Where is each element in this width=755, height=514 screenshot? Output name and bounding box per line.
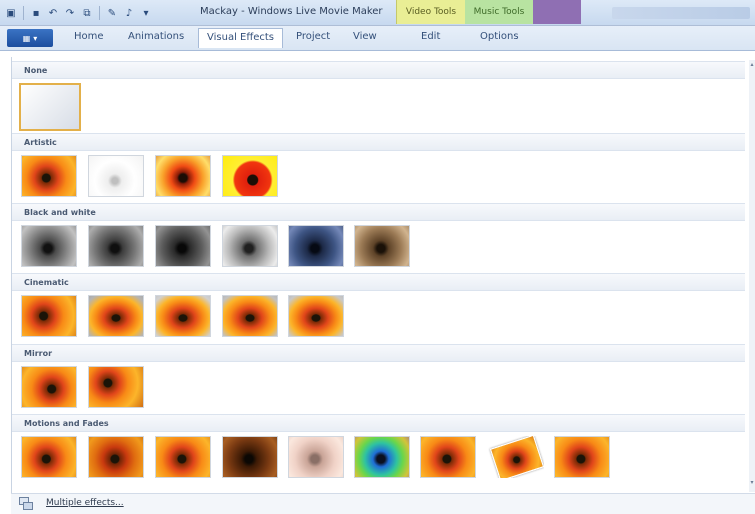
dropdown-icon[interactable]: ▾	[139, 6, 153, 20]
effect-cinematic-5[interactable]	[288, 295, 344, 337]
ribbon-tab-bar: ▦ ▾ Home Animations Visual Effects Proje…	[0, 26, 755, 51]
section-header-none: None	[12, 61, 745, 79]
scroll-up-icon[interactable]: ▴	[749, 62, 755, 68]
tab-visual-effects[interactable]: Visual Effects	[198, 28, 284, 48]
effect-artistic-2[interactable]	[88, 155, 144, 197]
effect-bw-1[interactable]	[21, 225, 77, 267]
title-bar: ▣ ▪ ↶ ↷ ⧉ ✎ ♪ ▾ Mackay - Windows Live Mo…	[0, 0, 755, 26]
chevron-down-icon: ▾	[33, 33, 38, 43]
tab-view[interactable]: View	[353, 31, 377, 42]
gallery-footer: Multiple effects...	[11, 493, 755, 514]
effect-cinematic-1[interactable]	[21, 295, 77, 337]
effect-cinematic-2[interactable]	[88, 295, 144, 337]
section-header-cinematic: Cinematic	[12, 273, 745, 291]
redo-icon[interactable]: ↷	[63, 6, 77, 20]
effect-preview	[22, 156, 76, 196]
effect-cinematic-3[interactable]	[155, 295, 211, 337]
effect-motion-2[interactable]	[88, 436, 144, 478]
effect-bw-6[interactable]	[354, 225, 410, 267]
section-header-mirror: Mirror	[12, 344, 745, 362]
context-tab-accent	[533, 0, 581, 24]
quick-access-toolbar: ▣ ▪ ↶ ↷ ⧉ ✎ ♪ ▾	[4, 4, 153, 22]
save-icon[interactable]: ▪	[29, 6, 43, 20]
effect-none[interactable]	[19, 83, 81, 131]
effect-artistic-4[interactable]	[222, 155, 278, 197]
effect-motion-8[interactable]	[488, 436, 544, 478]
rotated-preview	[489, 436, 544, 478]
effect-cinematic-4[interactable]	[222, 295, 278, 337]
effect-artistic-1[interactable]	[21, 155, 77, 197]
effect-bw-2[interactable]	[88, 225, 144, 267]
clip-icon[interactable]: ⧉	[80, 6, 94, 20]
effect-motion-1[interactable]	[21, 436, 77, 478]
effect-bw-5[interactable]	[288, 225, 344, 267]
video-tools-context-tab: Video Tools	[396, 0, 466, 24]
visual-effects-gallery: None Artistic Black and white Cinematic …	[11, 57, 751, 495]
file-menu-button[interactable]: ▦ ▾	[7, 29, 53, 47]
effect-motion-9[interactable]	[554, 436, 610, 478]
add-music-icon[interactable]: ✎	[105, 6, 119, 20]
window-controls[interactable]	[612, 7, 750, 19]
tab-options[interactable]: Options	[480, 31, 519, 42]
effect-bw-4[interactable]	[222, 225, 278, 267]
section-header-artistic: Artistic	[12, 133, 745, 151]
section-header-motions-and-fades: Motions and Fades	[12, 414, 745, 432]
toolbar-divider	[99, 6, 100, 20]
effect-motion-7[interactable]	[420, 436, 476, 478]
gallery-scrollbar[interactable]: ▴ ▾	[749, 60, 755, 492]
tab-animations[interactable]: Animations	[128, 31, 184, 42]
effect-mirror-2[interactable]	[88, 366, 144, 408]
tab-project[interactable]: Project	[296, 31, 330, 42]
music-icon[interactable]: ♪	[122, 6, 136, 20]
app-icon[interactable]: ▣	[4, 6, 18, 20]
effect-artistic-3[interactable]	[155, 155, 211, 197]
music-tools-context-tab: Music Tools	[465, 0, 534, 24]
effect-motion-6[interactable]	[354, 436, 410, 478]
section-header-black-and-white: Black and white	[12, 203, 745, 221]
effect-bw-3[interactable]	[155, 225, 211, 267]
undo-icon[interactable]: ↶	[46, 6, 60, 20]
file-menu-icon: ▦	[22, 33, 31, 43]
scroll-down-icon[interactable]: ▾	[749, 480, 755, 486]
multiple-effects-icon	[19, 497, 33, 510]
tab-edit[interactable]: Edit	[421, 31, 440, 42]
effect-motion-4[interactable]	[222, 436, 278, 478]
effect-motion-5[interactable]	[288, 436, 344, 478]
window-title: Mackay - Windows Live Movie Maker	[200, 6, 383, 17]
effect-mirror-1[interactable]	[21, 366, 77, 408]
tab-home[interactable]: Home	[74, 31, 104, 42]
effect-motion-3[interactable]	[155, 436, 211, 478]
toolbar-divider	[23, 6, 24, 20]
multiple-effects-button[interactable]: Multiple effects...	[46, 498, 124, 508]
